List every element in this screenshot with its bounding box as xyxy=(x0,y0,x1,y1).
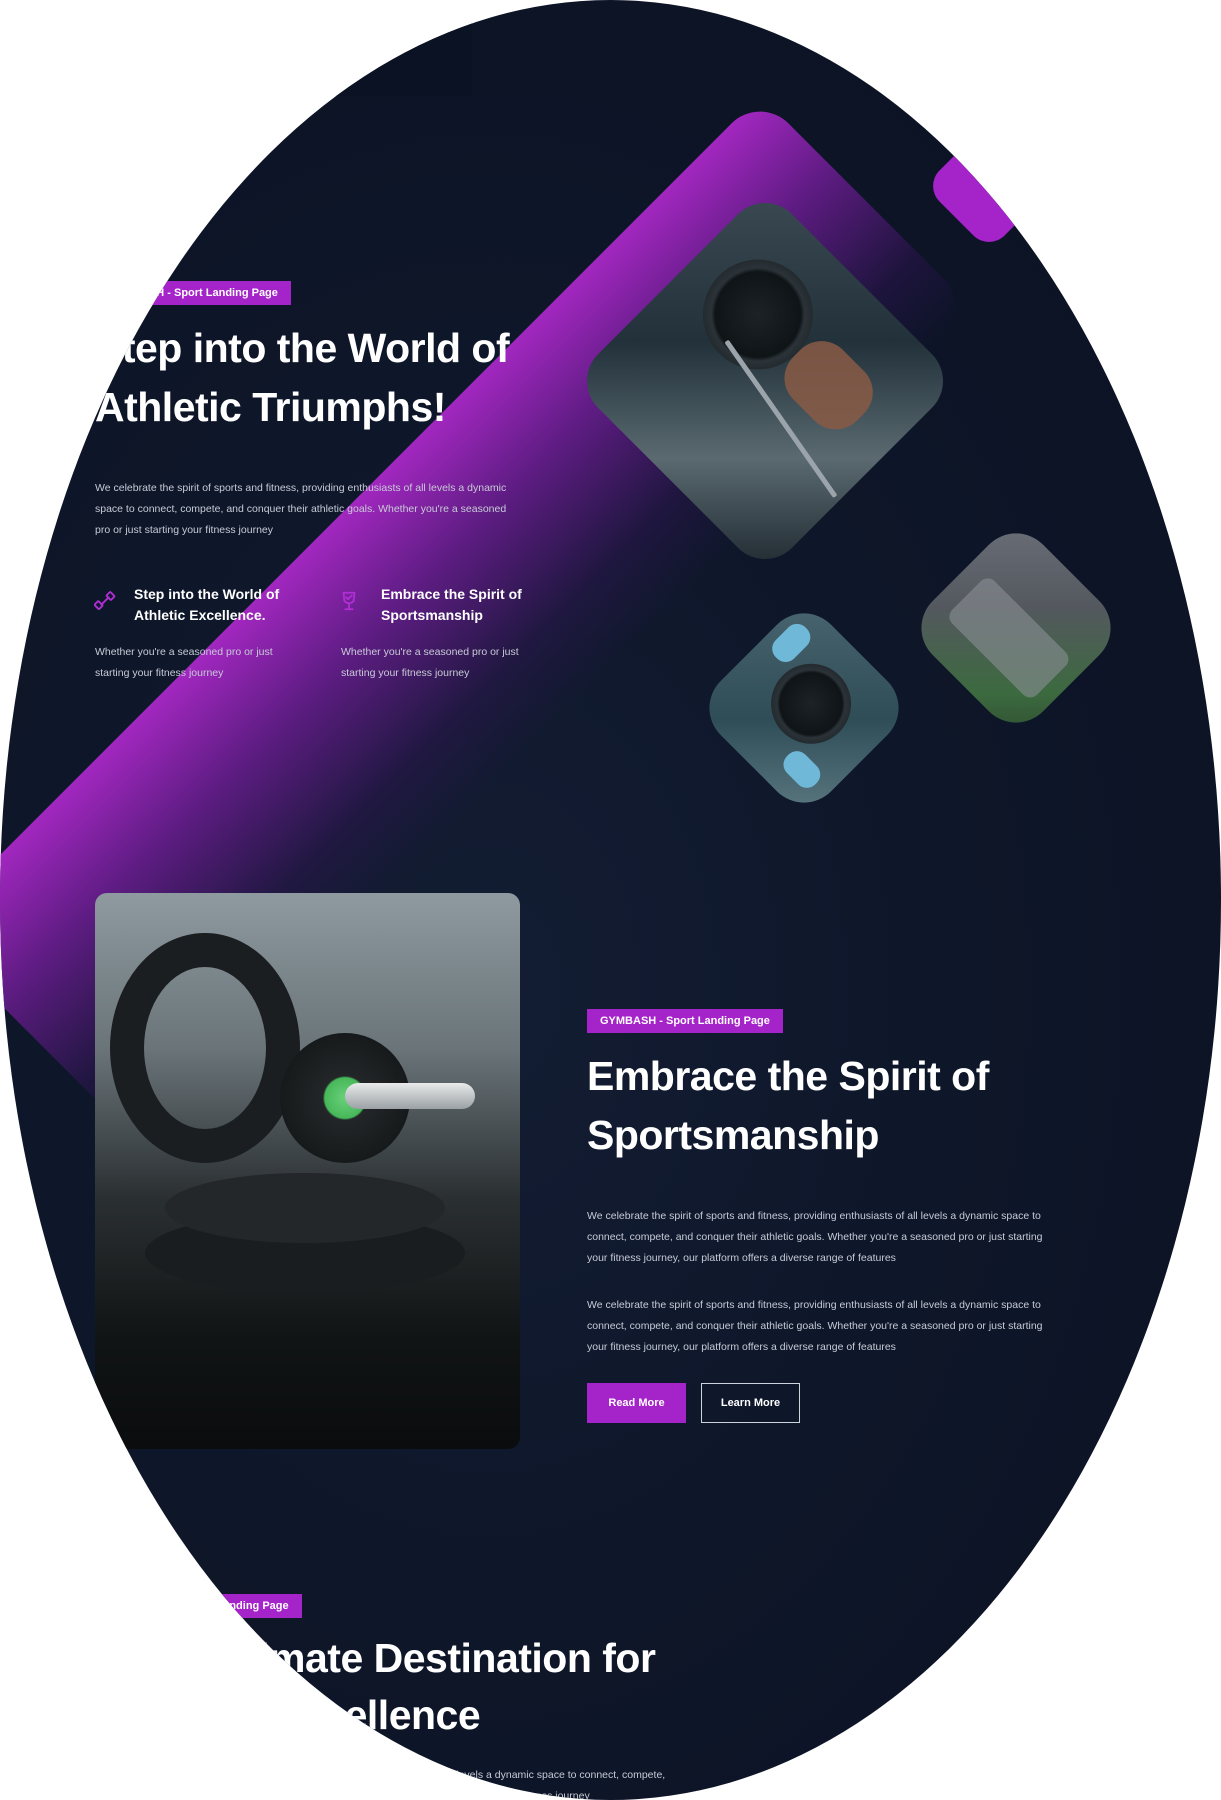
gym-interior-image xyxy=(905,517,1127,739)
destination-text-line: fitness journey xyxy=(522,1790,590,1800)
decorative-block xyxy=(300,18,472,96)
about-paragraph-line: We celebrate the spirit of sports and fi… xyxy=(587,1210,1041,1222)
destination-title: Ultimate Destination for xcellence xyxy=(205,1630,656,1744)
read-more-button[interactable]: Read More xyxy=(587,1383,686,1423)
destination-badge: H - Sport Landing Page xyxy=(154,1594,302,1618)
about-paragraph-line: We celebrate the spirit of sports and fi… xyxy=(587,1299,1041,1311)
purple-diamond-decoration xyxy=(923,120,1055,252)
destination-text-line: f all levels a dynamic space to connect,… xyxy=(437,1769,666,1781)
hero-title-line: Step into the World of xyxy=(95,325,510,371)
weight-plate-feet-image xyxy=(693,597,915,819)
about-paragraph-line: connect, compete, and conquer their athl… xyxy=(587,1231,1043,1243)
feature-text-line: Whether you're a seasoned pro or just xyxy=(95,646,273,658)
destination-text: f all levels a dynamic space to connect,… xyxy=(437,1765,665,1800)
weight-plates-image xyxy=(95,893,520,1449)
feature-text: Whether you're a seasoned pro or just st… xyxy=(341,642,519,684)
plate-stack-shape xyxy=(165,1173,445,1243)
feature-title: Embrace the Spirit of Sportsmanship xyxy=(381,584,522,626)
hero-description-line: pro or just starting your fitness journe… xyxy=(95,524,273,536)
about-paragraph-line: your fitness journey, our platform offer… xyxy=(587,1341,896,1353)
feature-text-line: Whether you're a seasoned pro or just xyxy=(341,646,519,658)
feature-title-line: Sportsmanship xyxy=(381,607,483,623)
dumbbell-icon xyxy=(94,591,116,610)
plate-shape xyxy=(754,647,868,761)
about-badge: GYMBASH - Sport Landing Page xyxy=(587,1009,783,1033)
trophy-check-icon xyxy=(342,591,356,611)
about-paragraph-line: your fitness journey, our platform offer… xyxy=(587,1252,896,1264)
about-title-line: Embrace the Spirit of xyxy=(587,1053,989,1099)
about-title-line: Sportsmanship xyxy=(587,1112,879,1158)
shoe-shape xyxy=(767,618,816,667)
feature-text: Whether you're a seasoned pro or just st… xyxy=(95,642,273,684)
hero-description-line: We celebrate the spirit of sports and fi… xyxy=(95,482,507,494)
hero-badge: GYMBASH - Sport Landing Page xyxy=(95,281,291,305)
destination-title-line: Ultimate Destination for xyxy=(205,1635,656,1681)
about-paragraph-line: connect, compete, and conquer their athl… xyxy=(587,1320,1043,1332)
feature-text-line: starting your fitness journey xyxy=(341,667,470,679)
about-paragraph: We celebrate the spirit of sports and fi… xyxy=(587,1206,1043,1269)
shoe-shape xyxy=(778,746,826,793)
hero-title-line: Athletic Triumphs! xyxy=(95,384,446,430)
feature-title-line: Step into the World of xyxy=(134,586,280,602)
feature-title: Step into the World of Athletic Excellen… xyxy=(134,584,279,626)
bar-shape xyxy=(345,1083,475,1109)
hero-description: We celebrate the spirit of sports and fi… xyxy=(95,478,506,541)
feature-title-line: Athletic Excellence. xyxy=(134,607,266,623)
feature-title-line: Embrace the Spirit of xyxy=(381,586,522,602)
about-title: Embrace the Spirit of Sportsmanship xyxy=(587,1047,989,1165)
learn-more-button[interactable]: Learn More xyxy=(701,1383,800,1423)
tire-shape xyxy=(110,933,300,1163)
equipment-shape xyxy=(945,574,1073,702)
destination-title-line: xcellence xyxy=(300,1692,481,1738)
feature-text-line: starting your fitness journey xyxy=(95,667,224,679)
hero-title: Step into the World of Athletic Triumphs… xyxy=(95,319,510,437)
oval-hero-container: GYMBASH - Sport Landing Page Step into t… xyxy=(0,0,1221,1800)
page: GYMBASH - Sport Landing Page Step into t… xyxy=(0,0,1221,1800)
hero-description-line: space to connect, compete, and conquer t… xyxy=(95,503,507,515)
about-paragraph: We celebrate the spirit of sports and fi… xyxy=(587,1295,1043,1358)
